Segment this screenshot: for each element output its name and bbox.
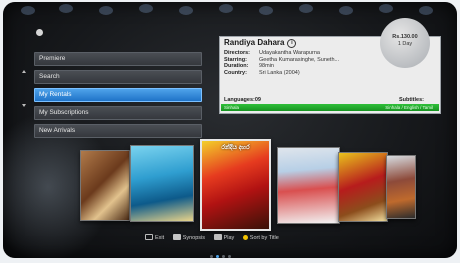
menu-item-my-rentals[interactable]: My Rentals: [34, 88, 202, 102]
poster-title: රන්දිය දහර: [221, 145, 250, 151]
price-badge: Rs.130.00 1 Day: [380, 18, 430, 68]
poster-thumbnail[interactable]: [80, 150, 130, 221]
poster-thumbnail[interactable]: [130, 145, 194, 222]
poster-thumbnail[interactable]: [277, 147, 340, 224]
meta-row-starring: Starring: Geetha Kumarasinghe, Suneth...: [224, 56, 340, 63]
page-dot[interactable]: [222, 255, 225, 258]
languages-label: Languages:09: [224, 97, 261, 103]
meta-row-duration: Duration: 98min: [224, 63, 274, 70]
rental-price: Rs.130.00: [392, 34, 418, 40]
audio-language: Sinhala: [224, 105, 240, 110]
page-dot-active[interactable]: [216, 255, 219, 258]
meta-row-country: Country: Sri Lanka (2004): [224, 69, 300, 76]
top-decoration: [3, 2, 457, 20]
subtitle-languages: Sinhala / English / Tamil: [385, 105, 433, 110]
language-labels: Languages:09 Subtitles:: [224, 97, 436, 103]
menu-item-premiere[interactable]: Premiere: [34, 52, 202, 66]
hint-exit[interactable]: Exit: [145, 234, 164, 241]
language-bar[interactable]: Sinhala Sinhala / English / Tamil: [221, 104, 439, 111]
scroll-up-icon[interactable]: [22, 70, 26, 73]
rental-period: 1 Day: [397, 41, 413, 47]
poster-selected[interactable]: රන්දිය දහර: [200, 139, 271, 231]
menu-item-new-arrivals[interactable]: New Arrivals: [34, 124, 202, 138]
poster-thumbnail[interactable]: [338, 152, 388, 222]
hint-sort[interactable]: Sort by Title: [242, 235, 279, 241]
menu-item-my-subscriptions[interactable]: My Subscriptions: [34, 106, 202, 120]
key-hints: Exit Synopsis Play Sort by Title: [145, 234, 286, 241]
hint-play[interactable]: Play: [213, 234, 234, 241]
movie-title: Randiya Dahara i: [224, 38, 297, 48]
movie-meta: Directors: Udayakantha Warapurna Starring…: [224, 50, 339, 76]
logo-icon: [36, 29, 43, 36]
yellow-dot-icon: [242, 235, 248, 240]
subtitles-label: Subtitles:: [398, 97, 424, 103]
play-key-icon: [213, 234, 222, 240]
poster-thumbnail[interactable]: [386, 155, 416, 219]
info-icon[interactable]: i: [287, 39, 297, 48]
info-key-icon: [172, 234, 181, 240]
hint-synopsis[interactable]: Synopsis: [172, 234, 205, 241]
page-indicator: [210, 245, 234, 263]
page-dot[interactable]: [228, 255, 231, 258]
menu-item-search[interactable]: Search: [34, 70, 202, 84]
meta-row-directors: Directors: Udayakantha Warapurna: [224, 50, 320, 56]
page-dot[interactable]: [210, 255, 213, 258]
scroll-down-icon[interactable]: [22, 104, 26, 107]
main-menu: Premiere Search My Rentals My Subscripti…: [34, 52, 202, 142]
return-arrow-icon: [145, 234, 153, 240]
